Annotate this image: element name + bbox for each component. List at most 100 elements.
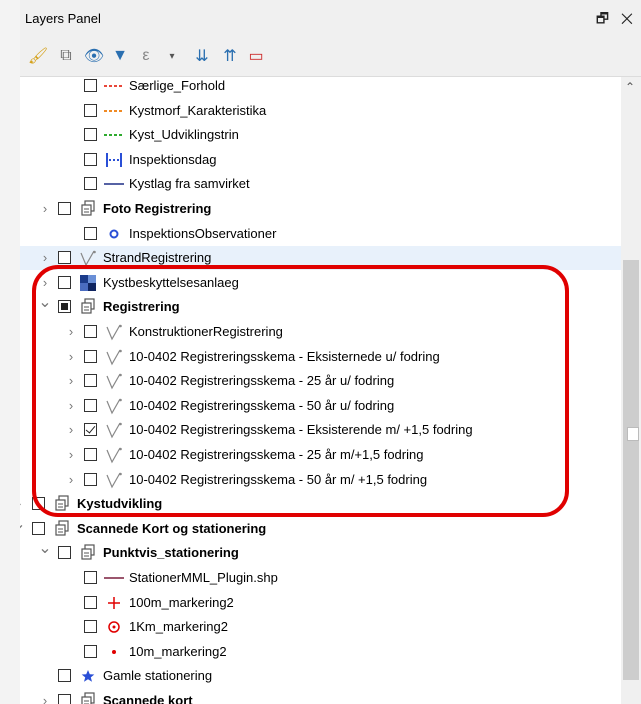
layer-row[interactable]: › 10-0402 Registreringsskema - 25 år m/+1… (20, 443, 621, 467)
layer-visibility-checkbox[interactable] (84, 571, 97, 584)
layer-row[interactable]: 1Km_markering2 (20, 615, 621, 639)
layer-visibility-checkbox[interactable] (84, 423, 97, 437)
expand-arrow-icon[interactable]: › (64, 394, 78, 418)
layer-visibility-checkbox[interactable] (84, 152, 97, 166)
layer-visibility-checkbox[interactable] (84, 595, 97, 609)
layer-row[interactable]: StationerMML_Plugin.shp (20, 566, 621, 590)
layer-visibility-checkbox[interactable] (84, 226, 97, 240)
layer-visibility-checkbox[interactable] (84, 448, 97, 461)
layer-visibility-checkbox[interactable] (84, 644, 97, 658)
vector-layer-icon (103, 443, 125, 467)
layer-label: KonstruktionerRegistrering (129, 324, 283, 339)
expand-arrow-icon[interactable]: › (64, 468, 78, 492)
layer-visibility-checkbox[interactable] (32, 521, 45, 535)
layer-row[interactable]: ⌄ Registrering (20, 295, 621, 319)
layer-visibility-checkbox[interactable] (84, 177, 97, 191)
layer-visibility-checkbox[interactable] (84, 398, 97, 412)
layer-row[interactable]: › StrandRegistrering (20, 246, 621, 271)
layer-label: Punktvis_stationering (103, 545, 239, 561)
scroll-thumb[interactable] (623, 260, 639, 680)
layer-row[interactable]: Kystlag fra samvirket (20, 172, 621, 196)
expand-arrow-icon[interactable]: › (64, 443, 78, 467)
layer-visibility-checkbox[interactable] (84, 374, 97, 388)
layer-label: Kystmorf_Karakteristika (129, 102, 267, 118)
visibility-icon[interactable]: 👁 (84, 46, 104, 66)
layer-visibility-checkbox[interactable] (84, 349, 97, 363)
expand-arrow-icon[interactable]: › (64, 320, 78, 344)
layer-visibility-checkbox[interactable] (58, 251, 71, 265)
line-symbol-icon (103, 566, 125, 590)
vertical-scrollbar[interactable]: ⌃ (621, 77, 641, 704)
layer-group-icon (77, 689, 99, 704)
layer-row[interactable]: Inspektionsdag (20, 148, 621, 172)
scroll-up-icon[interactable]: ⌃ (625, 80, 635, 94)
layer-row[interactable]: › KonstruktionerRegistrering (20, 320, 621, 344)
layer-row[interactable]: 100m_markering2 (20, 591, 621, 615)
cross-symbol-icon (103, 591, 125, 615)
layer-visibility-checkbox[interactable] (84, 472, 97, 486)
layer-row[interactable]: › 10-0402 Registreringsskema - 50 år u/ f… (20, 394, 621, 418)
layer-row[interactable]: › 10-0402 Registreringsskema - 50 år m/ +… (20, 468, 621, 492)
collapse-arrow-icon[interactable]: ⌄ (20, 516, 26, 541)
layer-label: 100m_markering2 (129, 594, 234, 610)
layer-row[interactable]: › Kystudvikling (20, 492, 621, 516)
layer-visibility-checkbox[interactable] (84, 128, 97, 142)
style-manager-icon[interactable]: 🖌 (28, 46, 48, 66)
collapse-arrow-icon[interactable]: ⌄ (38, 541, 52, 565)
vector-layer-icon (103, 394, 125, 418)
layer-row[interactable]: › 10-0402 Registreringsskema - Eksisteren… (20, 418, 621, 442)
layer-row[interactable]: › 10-0402 Registreringsskema - Eksisterne… (20, 345, 621, 369)
panel-title: Layers Panel (25, 11, 101, 26)
expand-arrow-icon[interactable]: › (64, 369, 78, 393)
expand-arrow-icon[interactable]: › (64, 345, 78, 369)
layer-group-icon (51, 517, 73, 541)
expand-arrow-icon[interactable]: › (38, 689, 52, 704)
expand-arrow-icon[interactable]: › (38, 271, 52, 295)
layer-label: Scannede kort (103, 693, 193, 704)
expression-filter-icon[interactable]: ε (136, 46, 156, 66)
layer-visibility-checkbox[interactable] (58, 669, 71, 683)
layer-group-icon (77, 541, 99, 565)
expand-arrow-icon[interactable]: › (38, 246, 52, 270)
layer-visibility-checkbox[interactable] (58, 202, 71, 215)
layer-row[interactable]: InspektionsObservationer (20, 222, 621, 246)
layer-label: 10-0402 Registreringsskema - Eksisterned… (129, 348, 440, 364)
expand-arrow-icon[interactable]: › (20, 492, 26, 516)
layer-row[interactable]: 10m_markering2 (20, 640, 621, 664)
layer-label: 1Km_markering2 (129, 619, 228, 635)
filter-dropdown-icon[interactable]: ▾ (162, 46, 182, 66)
layer-group-icon (51, 492, 73, 516)
expand-arrow-icon[interactable]: › (38, 197, 52, 221)
layer-row[interactable]: › 10-0402 Registreringsskema - 25 år u/ f… (20, 369, 621, 393)
collapse-all-icon[interactable]: ⇈ (220, 46, 240, 66)
layer-row[interactable]: ⌄ Punktvis_stationering (20, 541, 621, 565)
layer-visibility-checkbox[interactable] (84, 620, 97, 634)
point-symbol-icon (103, 640, 125, 664)
layer-row[interactable]: Kystmorf_Karakteristika (20, 99, 621, 123)
layer-visibility-checkbox[interactable] (58, 694, 71, 704)
add-group-icon[interactable]: ⧉ (56, 46, 76, 66)
layer-row[interactable]: › Kystbeskyttelsesanlaeg (20, 271, 621, 295)
remove-layer-icon[interactable]: ▭ (246, 46, 266, 66)
layer-row[interactable]: › Scannede kort (20, 689, 621, 704)
layer-row[interactable]: Særlige_Forhold (20, 77, 621, 98)
layer-row[interactable]: Kyst_Udviklingstrin (20, 123, 621, 147)
float-close-icon[interactable]: 🗗 ✕ (596, 8, 637, 32)
layer-row[interactable]: › Foto Registrering (20, 197, 621, 221)
expand-all-icon[interactable]: ⇊ (192, 46, 212, 66)
layer-visibility-checkbox[interactable] (84, 325, 97, 338)
vector-layer-icon (103, 418, 125, 442)
layer-visibility-checkbox[interactable] (58, 546, 71, 560)
layer-row[interactable]: ⌄ Scannede Kort og stationering (20, 516, 621, 541)
layer-label: Inspektionsdag (129, 151, 217, 167)
layer-tree[interactable]: Særlige_Forhold Kystmorf_Karakteristika Ky… (20, 77, 621, 704)
filter-icon[interactable]: ▼ (110, 46, 130, 66)
layer-visibility-checkbox[interactable] (58, 300, 71, 314)
layer-visibility-checkbox[interactable] (58, 275, 71, 289)
layer-visibility-checkbox[interactable] (32, 497, 45, 511)
layer-visibility-checkbox[interactable] (84, 103, 97, 117)
layer-row[interactable]: Gamle stationering (20, 664, 621, 688)
expand-arrow-icon[interactable]: › (64, 418, 78, 442)
collapse-arrow-icon[interactable]: ⌄ (38, 295, 52, 319)
layer-visibility-checkbox[interactable] (84, 79, 97, 92)
